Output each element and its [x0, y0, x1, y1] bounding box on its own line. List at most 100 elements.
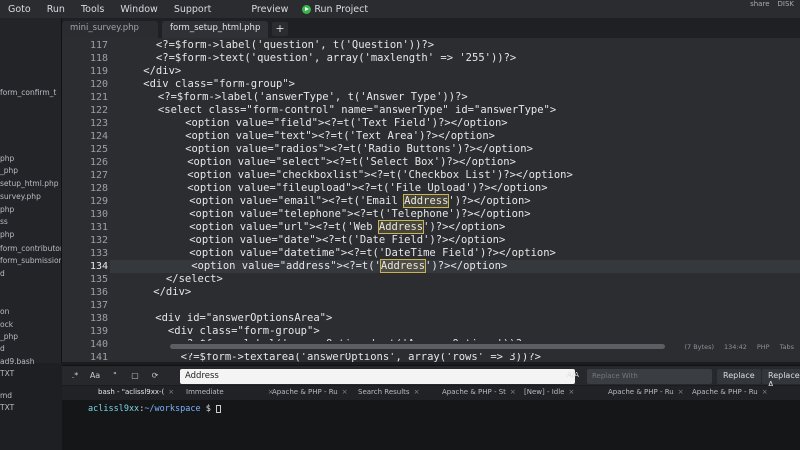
- play-icon: [302, 4, 312, 14]
- wrap-around-icon[interactable]: ⟳: [148, 369, 162, 383]
- close-icon[interactable]: ×: [762, 388, 768, 396]
- console-tab-search-results[interactable]: Search Results ×: [358, 388, 419, 396]
- file-tree-item[interactable]: form_submission.ph: [0, 256, 61, 265]
- code-line: <?=$form->label('answerType', t('Answer …: [120, 91, 468, 103]
- indent-mode[interactable]: Tabs: [780, 343, 794, 351]
- run-project-button[interactable]: Run Project: [302, 4, 368, 15]
- code-line: <select class="form-control" name="answe…: [120, 104, 557, 116]
- tab-form-setup-html[interactable]: form_setup_html.php: [162, 21, 268, 38]
- menu-right-area: share DISK: [750, 1, 794, 8]
- console-tab-apache-2[interactable]: Apache & PHP - St ×: [442, 388, 516, 396]
- close-icon[interactable]: ×: [510, 388, 516, 396]
- language-mode[interactable]: PHP: [757, 343, 770, 351]
- case-sensitive-icon[interactable]: Aa: [88, 369, 102, 383]
- console-tab-label: Apache & PHP - Ru: [608, 388, 674, 396]
- code-line: </div>: [128, 286, 192, 298]
- horizontal-scrollbar[interactable]: [170, 344, 665, 349]
- code-line-current: <option value="address"><?=t('Address')?…: [128, 259, 508, 273]
- file-tree-item[interactable]: d: [0, 344, 5, 353]
- file-tree-item[interactable]: TXT: [0, 403, 14, 412]
- terminal-user: aclissl9xx: [88, 404, 140, 414]
- close-icon[interactable]: ×: [568, 388, 574, 396]
- file-tree-item[interactable]: ock: [0, 320, 13, 329]
- code-line: <option value="select"><?=t('Select Box'…: [124, 156, 516, 168]
- console-tab-new-idle[interactable]: [New] - Idle ×: [524, 388, 574, 396]
- code-line: <option value="email"><?=t('Email Addres…: [126, 194, 531, 208]
- code-line: <?=$form->text('question', array('maxlen…: [118, 52, 517, 64]
- file-tree-item[interactable]: md: [0, 391, 12, 400]
- console-tab-bar: bash - "aclissl9xx-(× Immediate × Apache …: [62, 386, 800, 400]
- file-tree-item[interactable]: on: [0, 307, 9, 316]
- code-line: <option value="url"><?=t('Web Address')?…: [126, 220, 506, 234]
- share-label[interactable]: share: [750, 1, 769, 8]
- menu-support[interactable]: Support: [166, 4, 220, 15]
- console-tab-label: Apache & PHP - St: [442, 388, 506, 396]
- console-tab-label: Search Results: [358, 388, 410, 396]
- code-line: </select>: [128, 273, 223, 285]
- console-tab-bash[interactable]: bash - "aclissl9xx-(×: [98, 388, 174, 396]
- code-line: <option value="text"><?=t('Text Area')?>…: [122, 130, 495, 142]
- console-tab-apache-4[interactable]: Apache & PHP - Ru ×: [692, 388, 768, 396]
- file-tree: form_confirm_t php _php setup_html.php s…: [0, 18, 62, 363]
- close-icon[interactable]: ×: [678, 388, 684, 396]
- close-icon[interactable]: ×: [414, 388, 420, 396]
- terminal-panel[interactable]: aclissl9xx:~/workspace $: [62, 400, 800, 450]
- search-input[interactable]: Address: [180, 369, 575, 384]
- add-tab-button[interactable]: +: [272, 22, 288, 36]
- menu-goto[interactable]: Goto: [0, 4, 39, 15]
- close-icon[interactable]: ×: [342, 388, 348, 396]
- find-replace-bar: .* Aa " ▢ ⟳ Address A/A Replace With Rep…: [62, 365, 800, 389]
- file-tree-item[interactable]: setup_html.php: [0, 179, 58, 188]
- in-selection-icon[interactable]: ▢: [128, 369, 142, 383]
- file-tree-item[interactable]: php: [0, 230, 14, 239]
- file-tree-item[interactable]: survey.php: [0, 192, 41, 201]
- search-match: Address: [377, 220, 425, 234]
- run-project-label: Run Project: [314, 3, 369, 15]
- file-tree-item[interactable]: _php: [0, 332, 18, 341]
- file-tree-item[interactable]: d: [0, 269, 5, 278]
- file-tree-item[interactable]: php: [0, 205, 14, 214]
- replace-all-button[interactable]: Replace A: [762, 369, 800, 389]
- terminal-prompt-symbol: $: [200, 404, 216, 414]
- menu-preview[interactable]: Preview: [243, 4, 296, 15]
- file-tree-item[interactable]: form_contributor.ph: [0, 244, 61, 253]
- file-tree-item[interactable]: form_confirm_t: [0, 88, 56, 97]
- cursor-position[interactable]: 134:42: [724, 343, 747, 351]
- file-tree-item[interactable]: ad9.bash: [0, 357, 35, 366]
- file-tree-item[interactable]: _php: [0, 166, 18, 175]
- replace-input[interactable]: Replace With: [587, 369, 712, 384]
- console-tab-immediate[interactable]: Immediate ×: [186, 388, 274, 396]
- code-line: <div id="answerOptionsArea">: [130, 312, 333, 324]
- close-icon[interactable]: ×: [168, 388, 174, 396]
- regex-toggle-icon[interactable]: .*: [68, 369, 82, 383]
- file-tree-item[interactable]: ss: [0, 217, 8, 226]
- whole-word-icon[interactable]: ": [108, 369, 122, 383]
- left-strip: ad9.bash TXT md TXT: [0, 357, 62, 450]
- selection-size: (7 Bytes): [684, 343, 714, 351]
- code-line: <option value="field"><?=t('Text Field')…: [122, 117, 508, 129]
- code-line: <option value="checkboxlist"><?=t('Check…: [124, 169, 573, 181]
- console-tab-apache-1[interactable]: Apache & PHP - Ru ×: [272, 388, 348, 396]
- code-lines: <?=$form->label('question', t('Question'…: [62, 38, 800, 362]
- replace-button[interactable]: Replace: [717, 369, 761, 384]
- terminal-cursor: [215, 404, 221, 413]
- menu-tools[interactable]: Tools: [73, 4, 112, 15]
- code-editor[interactable]: 117 118 119 120 121 122 123 124 125 126 …: [62, 38, 800, 362]
- code-line: <option value="radios"><?=t('Radio Butto…: [122, 143, 533, 155]
- file-tree-item[interactable]: php: [0, 154, 14, 163]
- file-tree-item[interactable]: TXT: [0, 369, 14, 378]
- code-line: <div class="form-group">: [130, 325, 320, 337]
- editor-status-bar: (7 Bytes) 134:42 PHP Tabs: [110, 341, 800, 353]
- tab-label: form_setup_html.php: [170, 23, 261, 33]
- code-line: <div class="form-group">: [118, 78, 296, 90]
- code-line: <option value="telephone"><?=t('Telephon…: [126, 208, 531, 220]
- console-tab-label: bash - "aclissl9xx-(: [98, 388, 165, 396]
- code-line: <option value="datetime"><?=t('DateTime …: [126, 247, 556, 259]
- tab-mini-survey[interactable]: mini_survey.php: [62, 21, 158, 38]
- preserve-case-toggle[interactable]: A/A: [567, 371, 579, 379]
- console-tab-apache-3[interactable]: Apache & PHP - Ru ×: [608, 388, 684, 396]
- menu-window[interactable]: Window: [112, 4, 165, 15]
- disk-label: DISK: [777, 0, 795, 8]
- console-tab-label: Apache & PHP - Ru: [692, 388, 758, 396]
- menu-run[interactable]: Run: [39, 4, 73, 15]
